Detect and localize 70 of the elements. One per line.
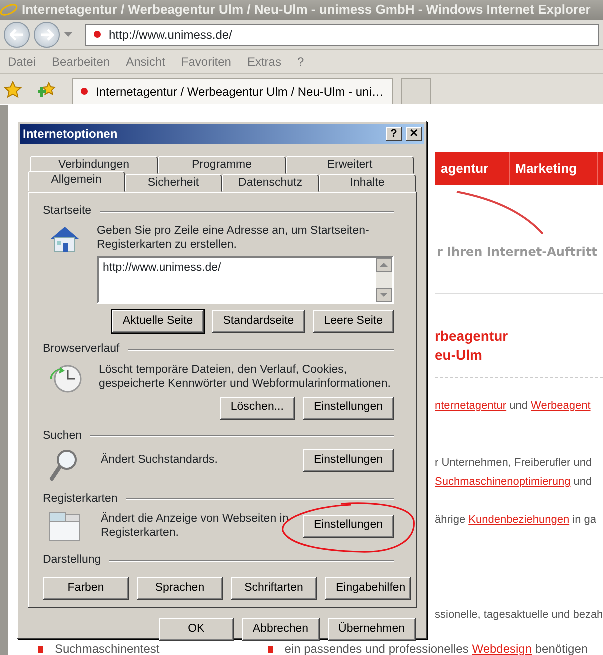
footer-button[interactable]: Übernehmen — [328, 618, 416, 641]
section-label: Browserverlauf — [43, 342, 120, 358]
section-label: Startseite — [43, 204, 92, 219]
nav-link[interactable]: Marketing — [510, 152, 598, 185]
address-field[interactable]: http://www.unimess.de/ — [85, 24, 599, 46]
window-title: Internetagentur / Werbeagentur Ulm / Neu-Ulm - unimess GmbH - Windows Internet Explorer — [22, 1, 591, 20]
text-link[interactable]: Kundenbeziehungen — [468, 514, 570, 526]
dialog-tab[interactable]: Allgemein — [28, 171, 125, 192]
back-button[interactable] — [4, 22, 30, 48]
dialog-button[interactable]: Aktuelle Seite — [112, 310, 204, 334]
description-text: Geben Sie pro Zeile eine Adresse an, um Startseiten-Registerkarten zu erstellen. — [97, 224, 370, 252]
dialog-title: Internetoptionen — [23, 126, 118, 143]
dialog-button[interactable]: Farben — [43, 577, 129, 600]
dialog-button[interactable]: Leere Seite — [313, 310, 394, 334]
dialog-button[interactable]: Einstellungen — [302, 448, 394, 472]
dropdown-caret-icon[interactable] — [64, 32, 73, 37]
forward-button[interactable] — [34, 22, 60, 48]
description-text: Ändert Suchstandards. — [101, 453, 218, 468]
clock-icon — [49, 362, 83, 394]
bullet-icon — [38, 646, 43, 652]
footer-button[interactable]: OK — [158, 618, 234, 641]
dialog-button[interactable]: Einstellungen — [302, 514, 394, 538]
address-list-field[interactable]: http://www.unimess.de/ — [97, 256, 394, 304]
dialog-button[interactable]: Sprachen — [137, 577, 223, 600]
text-link[interactable]: Suchmaschinenoptimierung — [435, 476, 571, 488]
footer-button[interactable]: Abbrechen — [242, 618, 320, 641]
dialog-button[interactable]: Eingabehilfen — [325, 577, 411, 600]
star-icon[interactable] — [4, 80, 22, 98]
list-item-text[interactable]: Suchmaschinentest — [55, 640, 160, 655]
paragraph-text: ährige Kundenbeziehungen in ga — [435, 513, 598, 528]
text-link[interactable]: Werbeagent — [531, 400, 591, 412]
scrollbar[interactable] — [376, 258, 392, 302]
site-icon — [94, 31, 101, 38]
section-label: Registerkarten — [43, 492, 118, 507]
dialog-tab[interactable]: Sicherheit — [125, 174, 222, 192]
text-link[interactable]: nternetagentur — [435, 400, 507, 412]
scroll-up-icon[interactable] — [376, 258, 392, 272]
page-heading: rbeagentur — [435, 327, 510, 346]
dialog-tab[interactable]: Erweitert — [286, 156, 414, 174]
scroll-down-icon[interactable] — [376, 288, 392, 302]
dialog-button[interactable]: Einstellungen — [302, 396, 394, 420]
dialog-tab[interactable]: Programme — [158, 156, 286, 174]
add-star-icon[interactable] — [38, 80, 56, 98]
new-tab-button[interactable] — [400, 78, 431, 104]
browser-tab[interactable]: Internetagentur / Werbeagentur Ulm / Neu-Ulm - uni… — [72, 78, 393, 104]
help-button[interactable]: ? — [386, 127, 402, 141]
section-label: Suchen — [43, 428, 82, 444]
paragraph-text: nternetagentur und Werbeagent — [435, 399, 592, 414]
site-icon — [81, 88, 88, 95]
forward-arrow-icon — [40, 28, 54, 40]
house-icon — [49, 224, 81, 254]
address-value: http://www.unimess.de/ — [102, 261, 222, 276]
paragraph-text: ssionelle, tagesaktuelle und bezah — [435, 608, 603, 623]
description-text: Löscht temporäre Dateien, den Verlauf, Cookies, gespeicherte Kennwörter und Webformularinformationen. — [99, 362, 392, 390]
back-arrow-icon — [10, 28, 24, 40]
search-icon — [49, 448, 79, 483]
dialog-tab[interactable]: Datenschutz — [222, 174, 319, 192]
section-label: Darstellung — [43, 553, 102, 568]
dialog-button[interactable]: Standardseite — [212, 310, 306, 334]
close-button[interactable]: ✕ — [406, 127, 422, 141]
paragraph-text: Suchmaschinenoptimierung und — [435, 475, 594, 490]
page-heading: eu-Ulm — [435, 346, 484, 365]
bullet-icon — [268, 646, 273, 652]
paragraph-text: r Unternehmen, Freiberufler und — [435, 456, 594, 471]
nav-link[interactable]: agentur — [435, 152, 510, 185]
tagline: r Ihren Internet-Auftritt — [437, 244, 598, 261]
tabs-icon — [49, 512, 81, 542]
dialog-button[interactable]: Schriftarten — [231, 577, 317, 600]
dialog-tab[interactable]: Inhalte — [319, 174, 416, 192]
dialog-button[interactable]: Löschen... — [220, 396, 295, 420]
